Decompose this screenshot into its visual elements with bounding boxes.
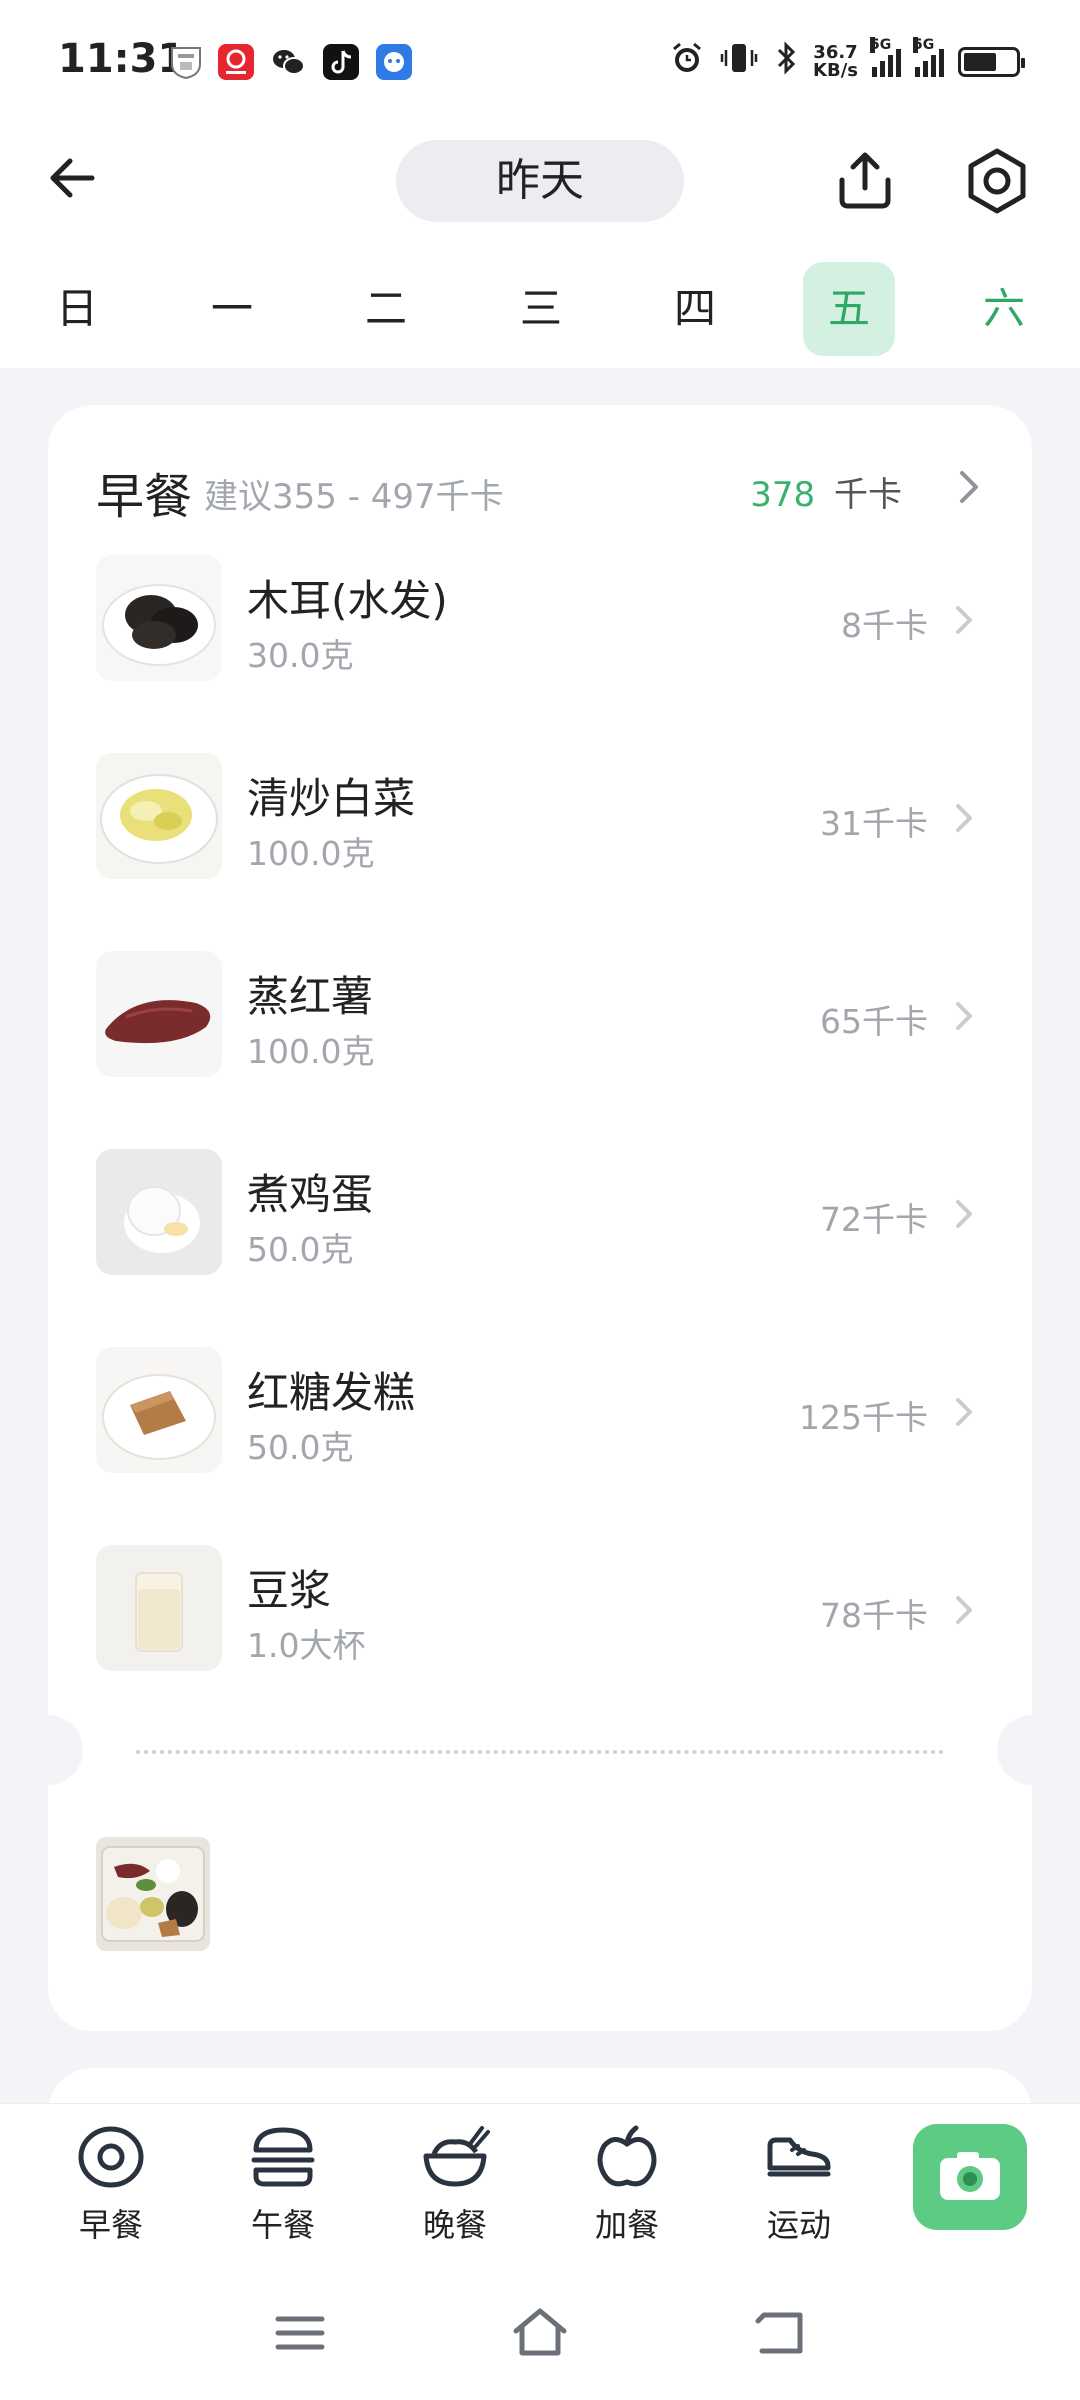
weekday-sat[interactable]: 六 <box>958 262 1050 356</box>
food-name: 木耳(水发) <box>247 576 448 625</box>
food-kcal: 125千卡 <box>799 1398 928 1437</box>
food-name: 煮鸡蛋 <box>247 1170 374 1219</box>
weekday-wed[interactable]: 三 <box>495 262 587 356</box>
food-amount: 1.0大杯 <box>247 1626 366 1665</box>
egg-plate-icon <box>76 2122 146 2192</box>
food-amount: 50.0克 <box>247 1230 354 1269</box>
food-item[interactable]: 豆浆 1.0大杯 78千卡 <box>48 1545 1032 1743</box>
food-kcal: 8千卡 <box>841 606 928 645</box>
nav-dinner[interactable]: 晚餐 <box>380 2104 530 2274</box>
nav-breakfast[interactable]: 早餐 <box>36 2104 186 2274</box>
chevron-right-icon <box>952 601 976 639</box>
chevron-right-icon <box>952 1393 976 1431</box>
meal-total-kcal: 378 <box>750 475 816 515</box>
sim2-label: 5G <box>913 37 935 53</box>
bluetooth-icon <box>773 40 799 84</box>
weekday-thu[interactable]: 四 <box>649 262 741 356</box>
food-image-boiled-egg <box>96 1149 222 1275</box>
camera-icon <box>940 2152 1000 2200</box>
food-name: 清炒白菜 <box>247 774 416 823</box>
nav-label: 加餐 <box>594 2206 659 2244</box>
meal-photo-thumbnail[interactable] <box>96 1837 210 1951</box>
vibrate-icon <box>719 40 759 84</box>
nav-label: 运动 <box>766 2206 831 2244</box>
weekday-selector: 日 一 二 三 四 五 六 <box>0 262 1080 356</box>
home-icon[interactable] <box>510 2303 570 2363</box>
apple-icon <box>592 2122 662 2192</box>
food-amount: 100.0克 <box>247 834 375 873</box>
nav-label: 早餐 <box>78 2206 143 2244</box>
settings-ring-icon[interactable] <box>962 146 1032 216</box>
camera-button[interactable] <box>913 2124 1027 2230</box>
food-image-black-fungus <box>96 555 222 681</box>
signal-sim2-icon: 5G <box>913 37 944 77</box>
meal-total-unit: 千卡 <box>834 475 902 515</box>
network-speed: 36.7 KB/s <box>813 44 858 80</box>
back-return-icon[interactable] <box>750 2303 810 2363</box>
chevron-right-icon <box>952 1195 976 1233</box>
meal-total[interactable]: 378 千卡 <box>750 467 902 516</box>
status-bar: 11:31 36.7 KB/s 5G 5G <box>0 0 1080 128</box>
system-nav-bar <box>0 2273 1080 2400</box>
food-item[interactable]: 木耳(水发) 30.0克 8千卡 <box>48 555 1032 753</box>
food-amount: 100.0克 <box>247 1032 375 1071</box>
food-kcal: 31千卡 <box>820 804 928 843</box>
back-arrow-icon[interactable] <box>40 145 106 211</box>
signal-sim1-icon: 5G <box>870 37 901 77</box>
assistant-bot-icon <box>376 44 412 80</box>
food-image-stir-fried-cabbage <box>96 753 222 879</box>
weekday-tue[interactable]: 二 <box>340 262 432 356</box>
chevron-right-icon[interactable] <box>954 465 984 509</box>
menu-lines-icon[interactable] <box>270 2303 330 2363</box>
school-badge-icon <box>168 44 204 80</box>
burger-icon <box>248 2122 318 2192</box>
rice-bowl-icon <box>420 2122 490 2192</box>
sim1-label: 5G <box>870 37 892 53</box>
food-image-brown-sugar-cake <box>96 1347 222 1473</box>
food-item[interactable]: 红糖发糕 50.0克 125千卡 <box>48 1347 1032 1545</box>
food-item[interactable]: 蒸红薯 100.0克 65千卡 <box>48 951 1032 1149</box>
chevron-right-icon <box>952 799 976 837</box>
food-item[interactable]: 清炒白菜 100.0克 31千卡 <box>48 753 1032 951</box>
food-name: 红糖发糕 <box>247 1368 416 1417</box>
nav-label: 午餐 <box>250 2206 315 2244</box>
date-selector[interactable]: 昨天 <box>396 140 684 222</box>
weekday-fri[interactable]: 五 <box>803 262 895 356</box>
food-name: 豆浆 <box>247 1566 332 1615</box>
wechat-icon <box>270 44 306 80</box>
nav-snack[interactable]: 加餐 <box>552 2104 702 2274</box>
nav-label: 晚餐 <box>422 2206 487 2244</box>
shopping-live-icon <box>218 44 254 80</box>
status-right-group: 36.7 KB/s 5G 5G <box>669 37 1025 84</box>
food-amount: 30.0克 <box>247 636 354 675</box>
tiktok-icon <box>323 44 359 80</box>
breakfast-card: 早餐 建议355 - 497千卡 378 千卡 木耳(水发) 30.0克 8千卡… <box>48 405 1032 2031</box>
weekday-sun[interactable]: 日 <box>31 262 123 356</box>
food-item[interactable]: 煮鸡蛋 50.0克 72千卡 <box>48 1149 1032 1347</box>
nav-exercise[interactable]: 运动 <box>724 2104 874 2274</box>
chevron-right-icon <box>952 1591 976 1629</box>
food-image-sweet-potato <box>96 951 222 1077</box>
status-time: 11:31 <box>58 36 186 82</box>
food-kcal: 78千卡 <box>820 1596 928 1635</box>
network-speed-unit: KB/s <box>813 60 858 81</box>
food-kcal: 65千卡 <box>820 1002 928 1041</box>
food-amount: 50.0克 <box>247 1428 354 1467</box>
meal-title: 早餐 <box>96 469 193 525</box>
sneaker-icon <box>764 2122 834 2192</box>
battery-icon <box>958 47 1025 77</box>
alarm-icon <box>669 40 705 84</box>
food-name: 蒸红薯 <box>247 972 374 1021</box>
meal-suggestion: 建议355 - 497千卡 <box>204 477 504 517</box>
food-image-soy-milk <box>96 1545 222 1671</box>
weekday-mon[interactable]: 一 <box>186 262 278 356</box>
share-upload-icon[interactable] <box>830 146 900 216</box>
dotted-divider <box>136 1750 944 1754</box>
chevron-right-icon <box>952 997 976 1035</box>
food-kcal: 72千卡 <box>820 1200 928 1239</box>
nav-lunch[interactable]: 午餐 <box>208 2104 358 2274</box>
